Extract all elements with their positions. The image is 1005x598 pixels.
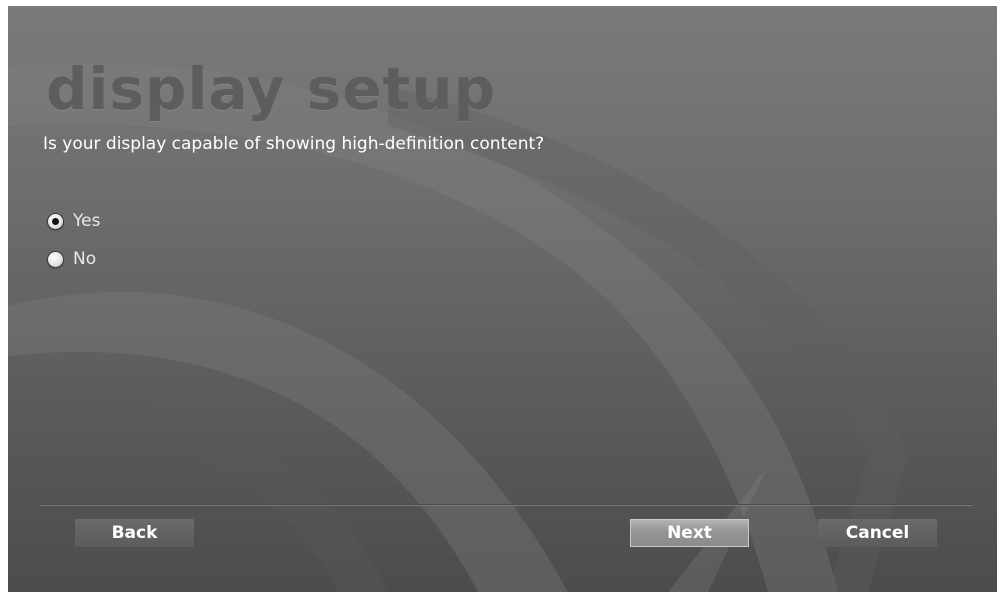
radio-button-yes[interactable] [48, 213, 63, 229]
question-text: Is your display capable of showing high-… [43, 134, 545, 154]
cancel-button[interactable]: Cancel [818, 519, 937, 547]
radio-label-no: No [73, 249, 97, 269]
hd-capability-radio-group: Yes No [48, 202, 100, 278]
next-button[interactable]: Next [630, 519, 749, 547]
radio-label-yes: Yes [73, 211, 101, 231]
setup-screen: display setup Is your display capable of… [8, 6, 997, 592]
radio-button-no[interactable] [48, 251, 63, 267]
radio-option-yes[interactable]: Yes [48, 202, 100, 240]
footer-divider [40, 504, 972, 505]
back-button[interactable]: Back [75, 519, 194, 547]
radio-option-no[interactable]: No [48, 240, 100, 278]
page-title: display setup [46, 55, 497, 123]
